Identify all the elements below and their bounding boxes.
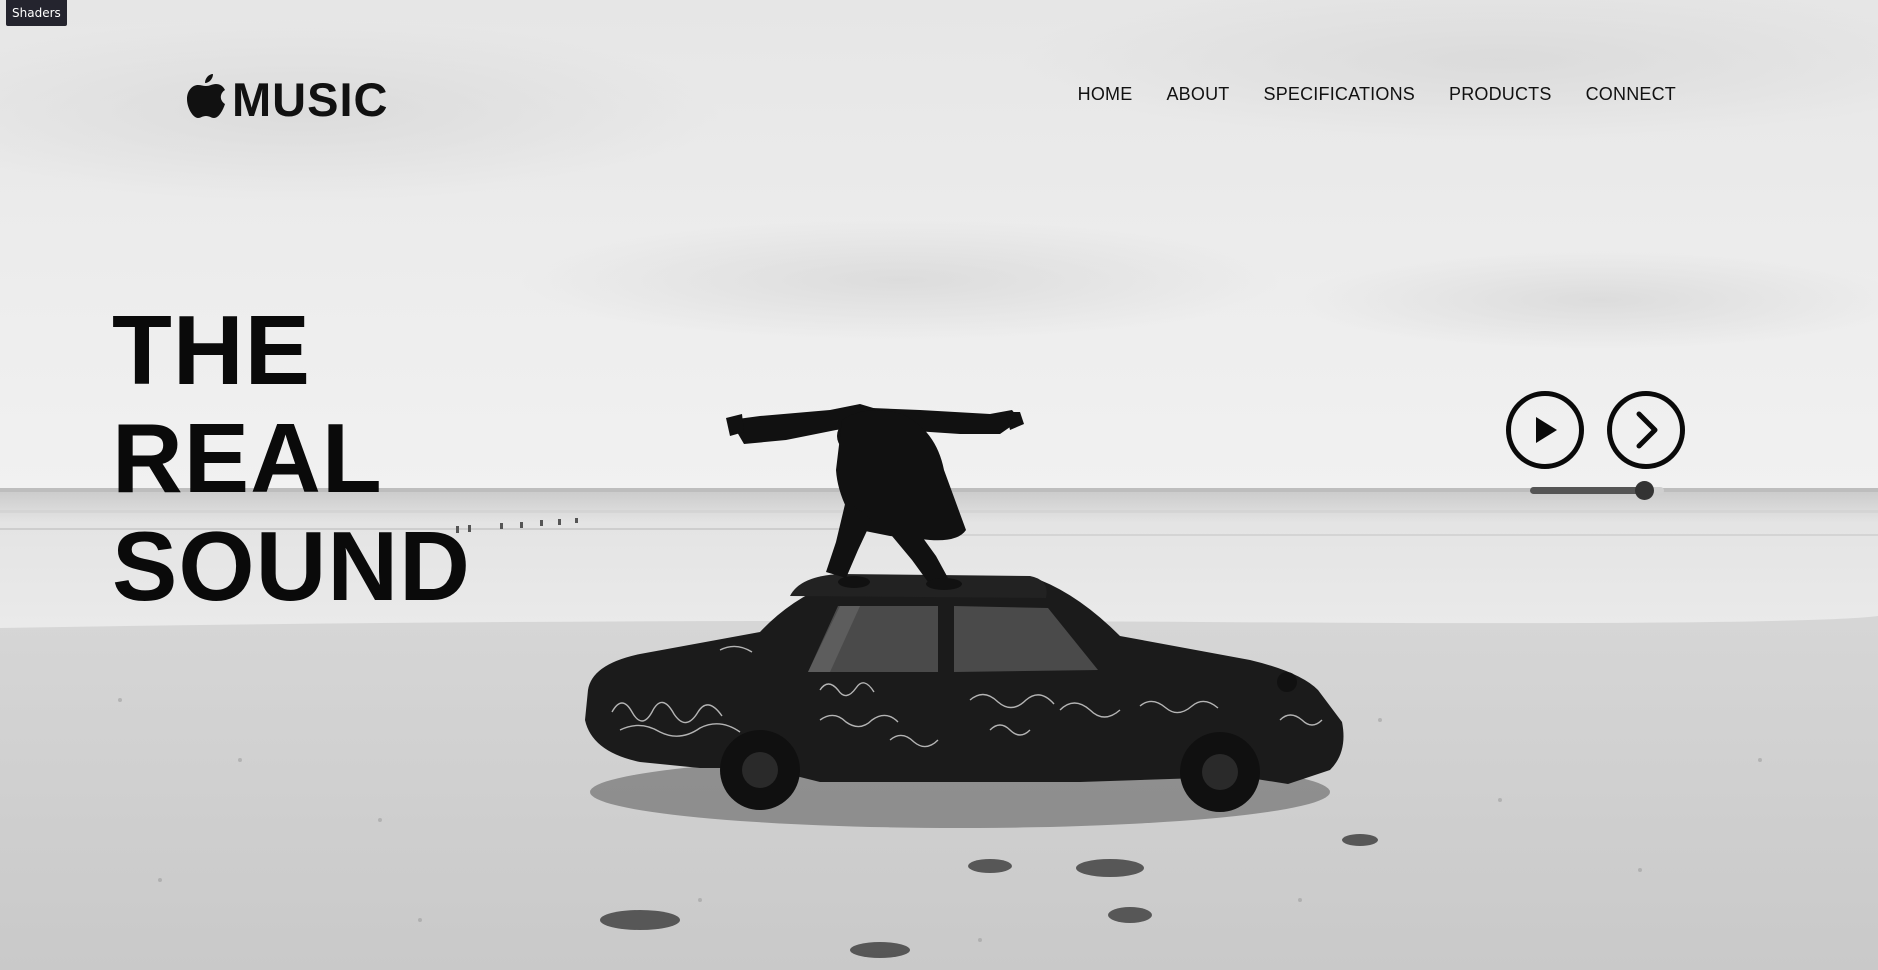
audio-player-controls [1506, 391, 1686, 511]
hero-title-line: SOUND [112, 511, 471, 621]
nav-item-products[interactable]: PRODUCTS [1449, 84, 1552, 105]
apple-icon [187, 73, 225, 118]
landing-page: Shaders MUSIC HOME ABOUT SPECIFICATIONS … [0, 0, 1878, 970]
next-button[interactable] [1607, 391, 1685, 469]
progress-fill [1530, 487, 1644, 494]
shaders-debug-tab[interactable]: Shaders [6, 0, 67, 26]
hero-title: THE REAL SOUND [112, 296, 471, 620]
nav-item-specifications[interactable]: SPECIFICATIONS [1263, 84, 1415, 105]
progress-slider[interactable] [1530, 481, 1664, 500]
nav-item-connect[interactable]: CONNECT [1586, 84, 1676, 105]
main-navigation: HOME ABOUT SPECIFICATIONS PRODUCTS CONNE… [1078, 84, 1676, 105]
nav-item-home[interactable]: HOME [1078, 84, 1133, 105]
progress-knob[interactable] [1634, 481, 1654, 500]
chevron-right-icon [1636, 411, 1658, 449]
play-icon [1536, 417, 1557, 443]
play-button[interactable] [1506, 391, 1584, 469]
logo-text: MUSIC [232, 73, 389, 126]
nav-item-about[interactable]: ABOUT [1166, 84, 1229, 105]
hero-title-line: THE [112, 295, 311, 405]
hero-title-line: REAL [112, 403, 383, 513]
brand-logo[interactable]: MUSIC [186, 70, 388, 123]
